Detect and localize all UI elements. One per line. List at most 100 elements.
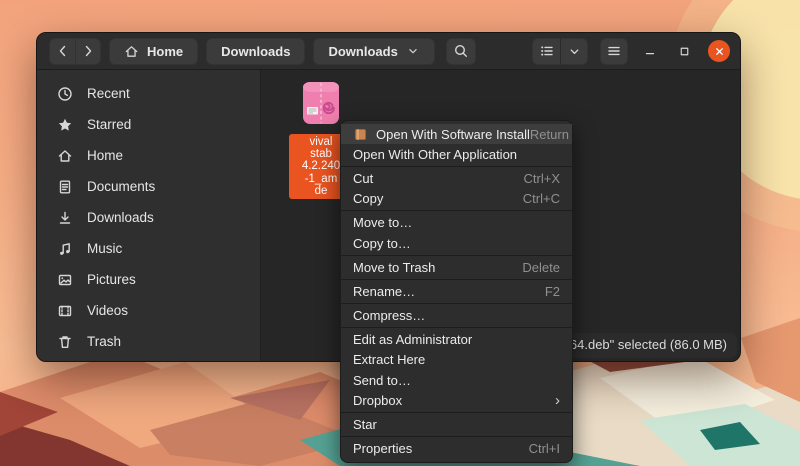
sidebar-label: Recent	[87, 86, 130, 101]
menu-item-send-to[interactable]: Send to…	[341, 370, 572, 390]
breadcrumb-home[interactable]: Home	[109, 38, 198, 65]
sidebar-item-pictures[interactable]: Pictures	[37, 264, 260, 295]
breadcrumb-label: Downloads	[328, 44, 397, 59]
nav-buttons	[49, 38, 101, 65]
close-icon	[714, 46, 725, 57]
sidebar-item-recent[interactable]: Recent	[37, 78, 260, 109]
home-icon	[124, 44, 139, 59]
clock-icon	[57, 86, 73, 102]
menu-item-label: Open With Software Install	[376, 127, 530, 142]
list-view-icon	[539, 43, 555, 59]
menu-item-label: Compress…	[353, 308, 425, 323]
sidebar-item-trash[interactable]: Trash	[37, 326, 260, 357]
sidebar-label: Videos	[87, 303, 128, 318]
maximize-button[interactable]	[672, 39, 696, 63]
chevron-down-icon	[406, 44, 420, 58]
sidebar: Recent Starred Home Documents Downloads …	[37, 70, 261, 361]
sidebar-label: Starred	[87, 117, 131, 132]
view-options-button[interactable]	[560, 38, 588, 65]
minimize-icon	[643, 44, 657, 58]
menu-item-accel: Ctrl+C	[523, 191, 560, 206]
menu-item-label: Open With Other Application	[353, 147, 517, 162]
menu-separator	[341, 412, 572, 413]
view-split-button	[532, 38, 588, 65]
breadcrumb-downloads-menu[interactable]: Downloads	[313, 38, 434, 65]
menu-separator	[341, 327, 572, 328]
menu-item-copy-to[interactable]: Copy to…	[341, 233, 572, 253]
hamburger-icon	[606, 43, 622, 59]
menu-item-accel: Delete	[522, 260, 560, 275]
sidebar-item-documents[interactable]: Documents	[37, 171, 260, 202]
menu-item-cut[interactable]: Cut Ctrl+X	[341, 168, 572, 188]
forward-button[interactable]	[75, 38, 101, 65]
close-button[interactable]	[708, 40, 730, 62]
menu-item-label: Rename…	[353, 284, 415, 299]
menu-separator	[341, 279, 572, 280]
menu-separator	[341, 166, 572, 167]
menu-item-label: Move to…	[353, 215, 412, 230]
sidebar-label: Downloads	[87, 210, 154, 225]
menu-item-accel: Ctrl+I	[529, 441, 560, 456]
star-icon	[57, 117, 73, 133]
software-install-icon	[353, 127, 368, 142]
menu-item-label: Move to Trash	[353, 260, 435, 275]
menu-item-label: Star	[353, 417, 377, 432]
menu-item-label: Cut	[353, 171, 373, 186]
sidebar-label: Trash	[87, 334, 121, 349]
menu-item-accel: Return	[530, 127, 569, 142]
menu-item-copy[interactable]: Copy Ctrl+C	[341, 189, 572, 209]
menu-item-label: Properties	[353, 441, 412, 456]
menu-item-label: Send to…	[353, 373, 411, 388]
minimize-button[interactable]	[638, 39, 662, 63]
menu-item-accel: F2	[545, 284, 560, 299]
menu-item-open-with-software-install[interactable]: Open With Software Install Return	[341, 124, 572, 144]
header-right	[446, 38, 740, 65]
menu-item-label: Copy	[353, 191, 383, 206]
menu-item-move-to[interactable]: Move to…	[341, 213, 572, 233]
menu-item-label: Edit as Administrator	[353, 332, 472, 347]
sidebar-item-videos[interactable]: Videos	[37, 295, 260, 326]
headerbar: Home Downloads Downloads	[37, 33, 740, 70]
menu-item-open-with-other-application[interactable]: Open With Other Application	[341, 144, 572, 164]
sidebar-label: Music	[87, 241, 122, 256]
music-icon	[57, 241, 73, 257]
sidebar-item-music[interactable]: Music	[37, 233, 260, 264]
document-icon	[57, 179, 73, 195]
trash-icon	[57, 334, 73, 350]
home-icon	[57, 148, 73, 164]
menu-separator	[341, 436, 572, 437]
menu-item-label: Dropbox	[353, 393, 402, 408]
picture-icon	[57, 272, 73, 288]
breadcrumb-label: Downloads	[221, 44, 290, 59]
maximize-icon	[678, 45, 691, 58]
menu-item-dropbox[interactable]: Dropbox ›	[341, 390, 572, 410]
menu-item-move-to-trash[interactable]: Move to Trash Delete	[341, 257, 572, 277]
chevron-right-icon	[80, 43, 96, 59]
submenu-arrow-icon: ›	[555, 393, 560, 408]
breadcrumb-downloads[interactable]: Downloads	[206, 38, 305, 65]
menu-item-star[interactable]: Star	[341, 414, 572, 434]
sidebar-label: Documents	[87, 179, 155, 194]
chevron-left-icon	[55, 43, 71, 59]
context-menu: Open With Software Install Return Open W…	[340, 120, 573, 463]
download-icon	[57, 210, 73, 226]
menu-item-compress[interactable]: Compress…	[341, 306, 572, 326]
sidebar-item-downloads[interactable]: Downloads	[37, 202, 260, 233]
menu-item-rename[interactable]: Rename… F2	[341, 281, 572, 301]
back-button[interactable]	[49, 38, 75, 65]
menu-item-extract-here[interactable]: Extract Here	[341, 350, 572, 370]
video-icon	[57, 303, 73, 319]
menu-item-properties[interactable]: Properties Ctrl+I	[341, 439, 572, 459]
menu-separator	[341, 255, 572, 256]
sidebar-item-home[interactable]: Home	[37, 140, 260, 171]
menu-item-edit-as-administrator[interactable]: Edit as Administrator	[341, 330, 572, 350]
menu-item-accel: Ctrl+X	[524, 171, 560, 186]
main-menu-button[interactable]	[600, 38, 628, 65]
search-button[interactable]	[446, 38, 476, 65]
menu-item-label: Extract Here	[353, 352, 425, 367]
search-icon	[453, 43, 469, 59]
sidebar-item-starred[interactable]: Starred	[37, 109, 260, 140]
list-view-button[interactable]	[532, 38, 560, 65]
chevron-down-icon	[567, 44, 582, 59]
breadcrumb-label: Home	[147, 44, 183, 59]
